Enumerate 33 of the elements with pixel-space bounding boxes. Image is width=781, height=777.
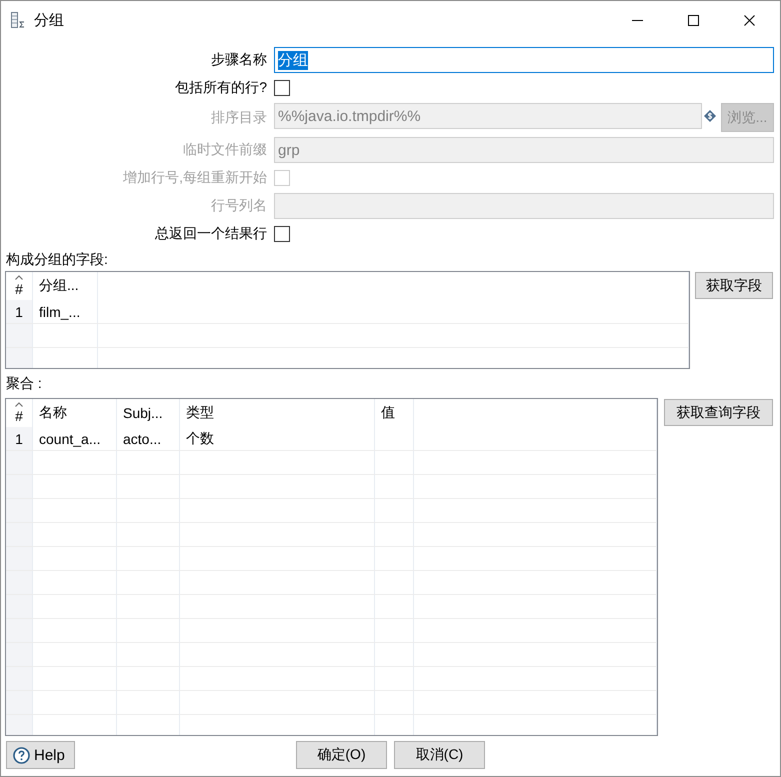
text-field[interactable]: 分组	[274, 47, 774, 73]
field-label: 增加行号,每组重新开始	[123, 169, 267, 187]
cancel-button[interactable]: 取消(C)	[394, 741, 485, 769]
field-label: 临时文件前缀	[183, 141, 267, 159]
section-label: 聚合 :	[5, 374, 42, 393]
field-label: 总返回一个结果行	[155, 225, 267, 243]
help-icon	[13, 746, 30, 764]
field-label: 行号列名	[211, 197, 267, 215]
table-cell: count_a...	[33, 427, 117, 450]
table-cell: 个数	[180, 427, 375, 450]
field-label: 包括所有的行?	[175, 79, 267, 97]
sort-caret-icon	[15, 402, 23, 407]
column-sum-icon	[11, 12, 25, 28]
row-number: 1	[6, 300, 33, 323]
section-label: 构成分组的字段:	[5, 250, 108, 269]
column-header[interactable]: #	[15, 408, 23, 424]
table-cell: film_...	[33, 300, 98, 323]
checkbox[interactable]	[274, 80, 290, 96]
row-number: 1	[6, 427, 33, 450]
table-cell: acto...	[117, 427, 180, 450]
help-button[interactable]: Help	[6, 741, 75, 769]
window-title: 分组	[34, 10, 64, 30]
field-label: 步骤名称	[211, 51, 267, 69]
checkbox[interactable]	[274, 226, 290, 242]
maximize-icon	[688, 14, 698, 26]
close-icon	[744, 14, 754, 26]
get-lookup-fields-button[interactable]: 获取查询字段	[664, 399, 773, 426]
sort-caret-icon	[15, 275, 23, 280]
dollar-diamond-icon	[704, 110, 716, 122]
column-header[interactable]: #	[15, 281, 23, 297]
ok-button[interactable]: 确定(O)	[296, 741, 387, 769]
field-label: 排序目录	[211, 109, 267, 127]
get-fields-button[interactable]: 获取字段	[695, 272, 773, 299]
